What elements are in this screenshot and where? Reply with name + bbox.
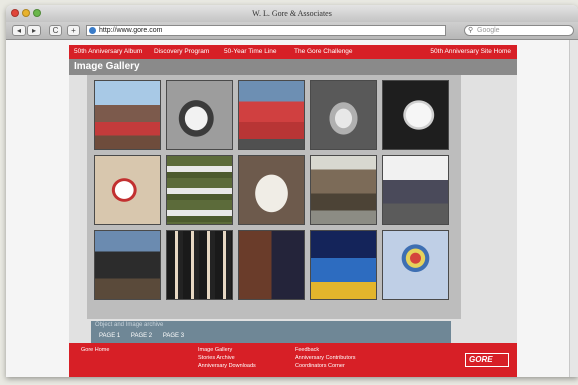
gallery-thumbnail[interactable] xyxy=(382,155,449,225)
vertical-scrollbar[interactable] xyxy=(569,40,578,377)
archive-page-3[interactable]: PAGE 3 xyxy=(163,333,184,339)
image-archive-bar: Object and Image archive PAGE 1 PAGE 2 P… xyxy=(91,321,451,343)
gallery-thumbnail[interactable] xyxy=(382,230,449,300)
search-icon: ⚲ xyxy=(468,27,474,34)
gallery-thumbnail[interactable] xyxy=(238,230,305,300)
gallery-thumbnail[interactable] xyxy=(166,155,233,225)
gallery-thumbnail[interactable] xyxy=(382,80,449,150)
archive-pagination: PAGE 1 PAGE 2 PAGE 3 xyxy=(99,333,193,339)
image-grid xyxy=(87,75,461,319)
site-icon xyxy=(89,27,96,34)
top-nav: 50th Anniversary Album Discovery Program… xyxy=(69,45,517,59)
page-title: Image Gallery xyxy=(69,59,517,75)
archive-title: Object and Image archive xyxy=(95,322,164,328)
window-controls xyxy=(11,9,41,17)
footer-link-stories-archive[interactable]: Stories Archive xyxy=(198,355,235,361)
nav-item-discovery[interactable]: Discovery Program xyxy=(154,45,209,59)
gore-logo[interactable]: GORE xyxy=(465,353,509,367)
address-bar[interactable]: http://www.gore.com xyxy=(86,25,446,36)
search-placeholder: Google xyxy=(477,27,500,34)
window-title: W. L. Gore & Associates xyxy=(252,9,332,18)
nav-item-site-home[interactable]: 50th Anniversary Site Home xyxy=(430,45,511,59)
gallery-thumbnail[interactable] xyxy=(94,80,161,150)
nav-item-challenge[interactable]: The Gore Challenge xyxy=(294,45,353,59)
gore-page: 50th Anniversary Album Discovery Program… xyxy=(69,45,517,377)
gallery-thumbnail[interactable] xyxy=(310,80,377,150)
close-window-button[interactable] xyxy=(11,9,19,17)
browser-toolbar: ◂ ▸ C + http://www.gore.com ⚲ Google xyxy=(6,22,578,40)
zoom-window-button[interactable] xyxy=(33,9,41,17)
footer-link-feedback[interactable]: Feedback xyxy=(295,347,319,353)
forward-button[interactable]: ▸ xyxy=(27,25,41,36)
gallery-thumbnail[interactable] xyxy=(94,155,161,225)
minimize-window-button[interactable] xyxy=(22,9,30,17)
gallery-thumbnail[interactable] xyxy=(238,80,305,150)
nav-item-album[interactable]: 50th Anniversary Album xyxy=(74,45,142,59)
gallery-thumbnail[interactable] xyxy=(94,230,161,300)
gallery-thumbnail[interactable] xyxy=(310,230,377,300)
footer-link-contributors[interactable]: Anniversary Contributors xyxy=(295,355,356,361)
search-input[interactable]: ⚲ Google xyxy=(464,25,574,36)
reload-button[interactable]: C xyxy=(49,25,62,36)
footer-link-gore-home[interactable]: Gore Home xyxy=(81,347,109,353)
footer-link-downloads[interactable]: Anniversary Downloads xyxy=(198,363,256,369)
gallery-thumbnail[interactable] xyxy=(310,155,377,225)
url-text: http://www.gore.com xyxy=(99,27,163,34)
nav-item-timeline[interactable]: 50-Year Time Line xyxy=(224,45,277,59)
title-bar: W. L. Gore & Associates xyxy=(6,5,578,22)
browser-window: W. L. Gore & Associates ◂ ▸ C + http://w… xyxy=(6,5,578,377)
archive-page-2[interactable]: PAGE 2 xyxy=(131,333,152,339)
footer: Gore Home Image Gallery Stories Archive … xyxy=(69,343,517,377)
back-button[interactable]: ◂ xyxy=(12,25,26,36)
web-content: 50th Anniversary Album Discovery Program… xyxy=(6,40,578,377)
gallery-thumbnail[interactable] xyxy=(238,155,305,225)
gallery-thumbnail[interactable] xyxy=(166,80,233,150)
add-bookmark-button[interactable]: + xyxy=(67,25,80,36)
gallery-thumbnail[interactable] xyxy=(166,230,233,300)
footer-link-image-gallery[interactable]: Image Gallery xyxy=(198,347,232,353)
archive-page-1[interactable]: PAGE 1 xyxy=(99,333,120,339)
footer-link-coordinators[interactable]: Coordinators Corner xyxy=(295,363,345,369)
